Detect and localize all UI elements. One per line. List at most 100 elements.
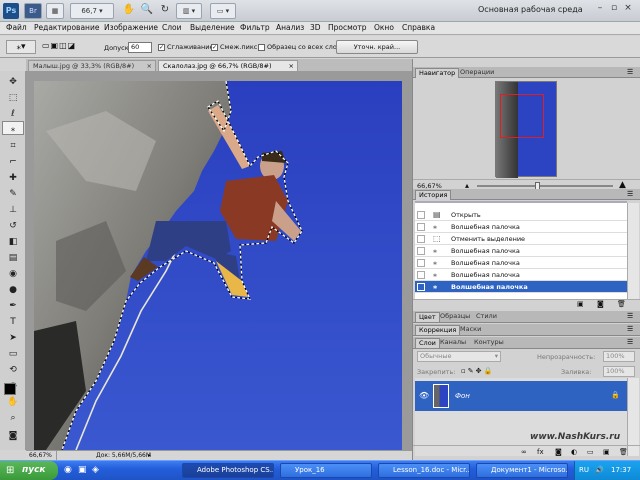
brush-tool-icon[interactable]: ✎ (2, 187, 24, 201)
antialias-checkbox[interactable]: ✓ Сглаживание (158, 43, 213, 51)
tab-actions[interactable]: Операции (457, 68, 497, 78)
add-mask-icon[interactable]: ◙ (555, 448, 562, 456)
history-checkbox[interactable] (417, 223, 425, 231)
3d-rotate-tool-icon[interactable]: ⟲ (2, 363, 24, 377)
close-tab-icon[interactable]: × (289, 61, 294, 71)
tab-paths[interactable]: Контуры (471, 338, 507, 348)
new-snapshot-icon[interactable]: ◙ (597, 300, 604, 308)
panel-menu-icon[interactable]: ☰ (627, 338, 633, 346)
marquee-tool-icon[interactable]: ⬚ (2, 91, 24, 105)
menu-edit[interactable]: Редактирование (34, 23, 99, 32)
menu-help[interactable]: Справка (402, 23, 435, 32)
pen-tool-icon[interactable]: ✒ (2, 299, 24, 313)
history-item[interactable]: ⁎ Волшебная палочка (415, 257, 627, 269)
menu-select[interactable]: Выделение (190, 23, 235, 32)
taskbar-item-photoshop[interactable]: Adobe Photoshop CS... (182, 463, 274, 478)
canvas-zoom-value[interactable]: 66,67% (29, 451, 57, 460)
tab-document-2[interactable]: Скалолаз.jpg @ 66,7% (RGB/8#) × (158, 60, 298, 71)
zoom-icon[interactable]: 🔍 (140, 3, 154, 19)
tab-document-1[interactable]: Малыш.jpg @ 33,3% (RGB/8#) × (28, 60, 156, 71)
type-tool-icon[interactable]: T (2, 315, 24, 329)
lock-icons[interactable]: ▫✎✥🔒 (461, 367, 494, 375)
quick-launch-icon[interactable]: ◉ (64, 465, 72, 475)
restore-icon[interactable]: ▫ (608, 2, 620, 14)
blend-mode-select[interactable]: Обычные ▾ (417, 351, 501, 362)
new-layer-icon[interactable]: ▣ (603, 448, 610, 456)
contiguous-checkbox[interactable]: ✓ Смеж.пикс (211, 43, 257, 51)
clock[interactable]: 17:37 (611, 461, 631, 480)
trash-icon[interactable]: 🗑 (617, 300, 626, 308)
healing-brush-tool-icon[interactable]: ✚ (2, 171, 24, 185)
refine-edge-button[interactable]: Уточн. край... (336, 40, 418, 54)
layer-name[interactable]: Фон (455, 392, 470, 400)
path-selection-tool-icon[interactable]: ➤ (2, 331, 24, 345)
history-item[interactable]: ▤ Открыть (415, 209, 627, 221)
magic-wand-tool-icon[interactable]: ⁎ (2, 121, 24, 135)
gradient-tool-icon[interactable]: ▤ (2, 251, 24, 265)
tab-adjustments[interactable]: Коррекция (415, 325, 461, 335)
history-item[interactable]: ⁎ Волшебная палочка (415, 245, 627, 257)
language-indicator[interactable]: RU (579, 461, 589, 480)
trash-icon[interactable]: 🗑 (619, 448, 628, 456)
layer-row-background[interactable]: 👁 Фон 🔒 (415, 381, 637, 411)
history-brush-tool-icon[interactable]: ↺ (2, 219, 24, 233)
clone-stamp-tool-icon[interactable]: ⊥ (2, 203, 24, 217)
zoom-tool-icon[interactable]: ⌕ (2, 411, 24, 425)
layer-style-icon[interactable]: fx (537, 448, 544, 456)
menu-view[interactable]: Просмотр (328, 23, 367, 32)
taskbar-item-word-lesson[interactable]: Lesson_16.doc - Micr... (378, 463, 470, 478)
history-checkbox[interactable] (417, 271, 425, 279)
menu-image[interactable]: Изображение (104, 23, 158, 32)
navigator-zoom-slider[interactable] (477, 185, 613, 187)
tab-styles[interactable]: Стили (473, 312, 500, 322)
tab-swatches[interactable]: Образцы (437, 312, 473, 322)
history-checkbox[interactable] (417, 247, 425, 255)
dodge-tool-icon[interactable]: ● (2, 283, 24, 297)
blur-tool-icon[interactable]: ◉ (2, 267, 24, 281)
history-checkbox[interactable] (417, 283, 425, 291)
history-checkbox[interactable] (417, 211, 425, 219)
history-item[interactable]: ⁎ Волшебная палочка (415, 269, 627, 281)
opacity-input[interactable]: 100% (603, 351, 635, 362)
rotate-view-icon[interactable]: ↻ (158, 3, 172, 19)
history-item[interactable]: ⬚ Отменить выделение (415, 233, 627, 245)
history-checkbox[interactable] (417, 235, 425, 243)
workspace-name[interactable]: Основная рабочая среда (478, 5, 583, 14)
shape-tool-icon[interactable]: ▭ (2, 347, 24, 361)
eye-icon[interactable]: 👁 (419, 391, 429, 400)
tab-navigator[interactable]: Навигатор (415, 68, 460, 78)
panel-menu-icon[interactable]: ☰ (627, 68, 633, 76)
tab-color[interactable]: Цвет (415, 312, 440, 322)
selection-mode-icons[interactable]: ▭▣◫◪ (42, 41, 98, 53)
eraser-tool-icon[interactable]: ◧ (2, 235, 24, 249)
eyedropper-tool-icon[interactable]: ⌐ (2, 155, 24, 169)
status-menu-arrow-icon[interactable]: ▸ (148, 451, 151, 460)
menu-analysis[interactable]: Анализ (276, 23, 304, 32)
menu-window[interactable]: Окно (374, 23, 394, 32)
arrange-documents-button[interactable]: ▥ ▾ (176, 3, 202, 19)
minimize-icon[interactable]: – (594, 2, 606, 14)
tab-history[interactable]: История (415, 190, 452, 200)
navigator-view-box[interactable] (500, 94, 544, 138)
tab-channels[interactable]: Каналы (437, 338, 469, 348)
taskbar-item-folder[interactable]: Урок_16 (280, 463, 372, 478)
close-icon[interactable]: × (622, 2, 634, 14)
tab-masks[interactable]: Маски (457, 325, 484, 335)
hand-tool-icon[interactable]: ✋ (2, 395, 24, 409)
sample-all-layers-checkbox[interactable]: Образец со всех слоев (258, 43, 345, 51)
move-tool-icon[interactable]: ✥ (2, 75, 24, 89)
panel-menu-icon[interactable]: ☰ (627, 190, 633, 198)
screen-mode-button[interactable]: ▭ ▾ (210, 3, 236, 19)
bridge-button[interactable]: Br (24, 3, 42, 19)
navigator-thumbnail[interactable] (495, 81, 557, 178)
history-item-selected[interactable]: ⁎ Волшебная палочка (415, 281, 627, 293)
history-checkbox[interactable] (417, 259, 425, 267)
foreground-color-swatch[interactable] (4, 383, 16, 395)
link-layers-icon[interactable]: ∞ (521, 448, 527, 456)
hand-icon[interactable]: ✋ (122, 3, 136, 19)
magic-wand-preset-icon[interactable]: ⁎▾ (6, 40, 36, 54)
zoom-level-select[interactable]: 66,7 ▾ (70, 3, 114, 19)
menu-3d[interactable]: 3D (310, 23, 321, 32)
taskbar-item-word-document[interactable]: Документ1 - Microso... (476, 463, 568, 478)
lasso-tool-icon[interactable]: ℓ (2, 107, 24, 121)
